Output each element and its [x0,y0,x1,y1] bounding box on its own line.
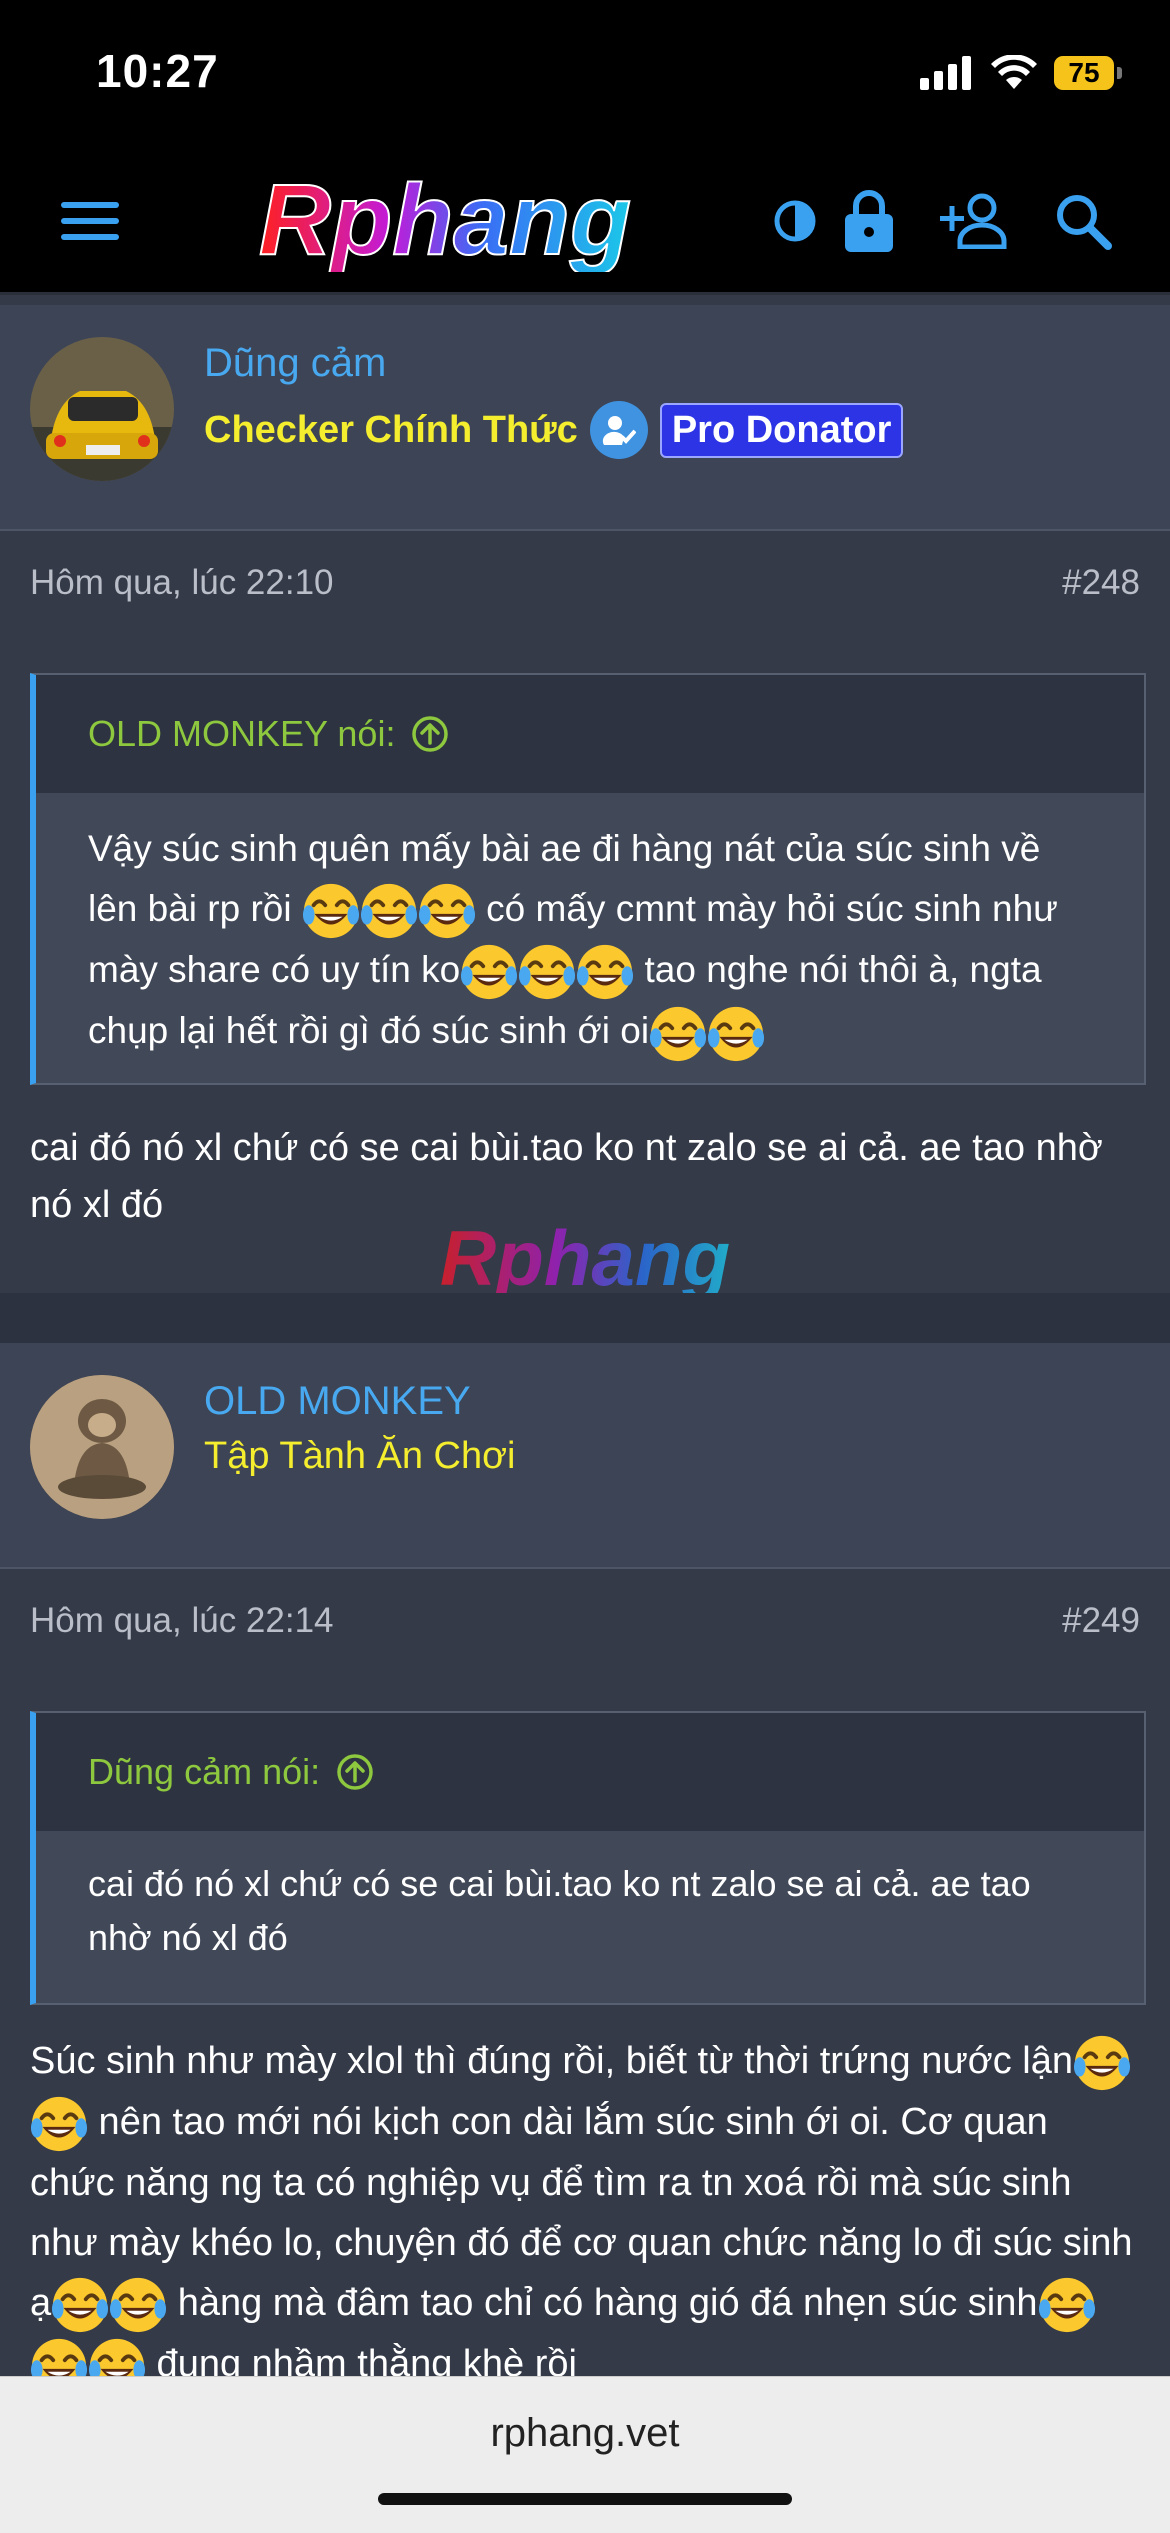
search-icon[interactable] [1048,186,1118,256]
post-timestamp[interactable]: Hôm qua, lúc 22:10 [30,563,334,603]
laughing-tears-emoji [460,943,518,1001]
post-separator [0,1293,1170,1343]
quote-header[interactable]: Dũng cảm nói: [36,1713,1144,1831]
post-header: Dũng cảm Checker Chính Thức Pro Donator [0,305,1170,531]
browser-bottom-bar: rphang.vet [0,2376,1170,2533]
laughing-tears-emoji [51,2276,109,2334]
author-name[interactable]: OLD MONKEY [204,1379,471,1424]
post-number[interactable]: #248 [1062,563,1140,603]
arrow-up-circle-icon[interactable] [336,1753,374,1791]
home-indicator[interactable] [378,2493,792,2505]
post-body: Súc sinh như mày xlol thì đúng rồi, biết… [30,2031,1140,2395]
lock-icon[interactable] [834,186,904,256]
post-header: OLD MONKEY Tập Tành Ăn Chơi [0,1343,1170,1569]
pro-donator-badge: Pro Donator [659,402,904,458]
laughing-tears-emoji [576,943,634,1001]
system-icons: 75 [920,50,1122,96]
url-bar[interactable]: rphang.vet [0,2411,1170,2456]
post-number[interactable]: #249 [1062,1601,1140,1641]
site-logo[interactable]: Rphang [160,170,730,272]
laughing-tears-emoji [707,1005,765,1063]
author-name[interactable]: Dũng cảm [204,341,386,386]
laughing-tears-emoji [109,2276,167,2334]
top-navigation: Rphang [0,150,1170,295]
logo-text: Rphang [259,170,631,272]
laughing-tears-emoji [30,2095,88,2153]
verified-user-icon [589,401,648,459]
wifi-icon [991,55,1037,89]
quote-author: OLD MONKEY nói: [88,713,396,754]
post-text-part: hàng mà đâm tao chỉ có hàng gió đá nhẹn … [167,2281,1038,2324]
avatar[interactable] [30,1375,174,1519]
laughing-tears-emoji [1038,2276,1096,2334]
avatar[interactable] [30,337,174,481]
post-meta: Hôm qua, lúc 22:10 #248 [30,563,1140,603]
signal-icon [920,56,971,90]
user-title: Tập Tành Ăn Chơi [204,1435,516,1477]
battery-indicator: 75 [1054,56,1122,90]
quote-header[interactable]: OLD MONKEY nói: [36,675,1144,793]
laughing-tears-emoji [302,882,360,940]
laughing-tears-emoji [360,882,418,940]
laughing-tears-emoji [518,943,576,1001]
user-title: Checker Chính Thức [204,408,578,451]
status-bar: 10:27 75 [0,0,1170,150]
add-user-icon[interactable] [940,186,1010,256]
post-meta: Hôm qua, lúc 22:14 #249 [30,1601,1140,1641]
post-text-part: Súc sinh như mày xlol thì đúng rồi, biết… [30,2040,1073,2082]
quote-author: Dũng cảm nói: [88,1751,321,1792]
status-time: 10:27 [96,45,219,97]
watermark-text: Rphang [440,1215,730,1302]
contrast-icon[interactable] [760,186,830,256]
quote-block: OLD MONKEY nói: Vậy súc sinh quên mấy bà… [30,673,1146,1085]
quote-text: Vậy súc sinh quên mấy bài ae đi hàng nát… [36,793,1144,1089]
watermark-logo: Rphang [440,1215,730,1302]
post-248: Dũng cảm Checker Chính Thức Pro Donator … [0,305,1170,1302]
user-title-row: Tập Tành Ăn Chơi [204,1435,516,1478]
laughing-tears-emoji [1073,2034,1131,2092]
post-249: OLD MONKEY Tập Tành Ăn Chơi Hôm qua, lúc… [0,1343,1170,2383]
quote-text: cai đó nó xl chứ có se cai bùi.tao ko nt… [88,1863,1031,1958]
laughing-tears-emoji [418,882,476,940]
arrow-up-circle-icon[interactable] [411,715,449,753]
quote-block: Dũng cảm nói: cai đó nó xl chứ có se cai… [30,1711,1146,2005]
user-title-row: Checker Chính Thức Pro Donator [204,401,904,459]
post-timestamp[interactable]: Hôm qua, lúc 22:14 [30,1601,334,1641]
menu-icon[interactable] [55,186,125,256]
laughing-tears-emoji [649,1005,707,1063]
